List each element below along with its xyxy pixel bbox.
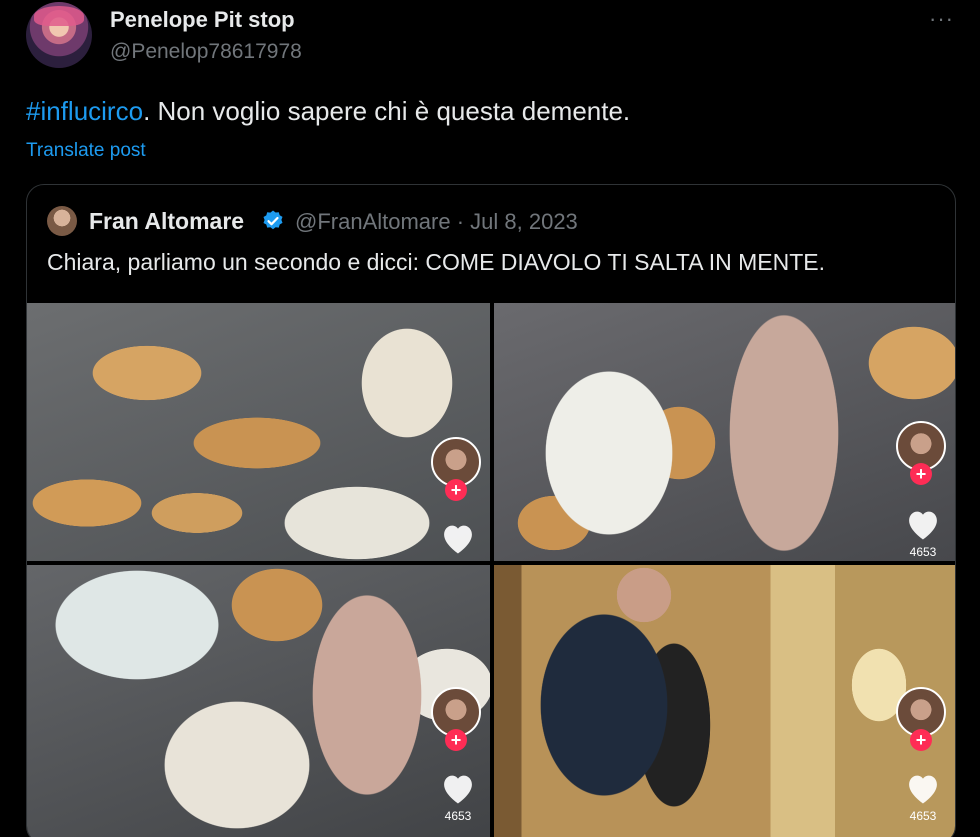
tiktok-follow-plus-icon: + xyxy=(910,463,932,485)
author-name[interactable]: Penelope Pit stop xyxy=(110,7,295,33)
quote-handle-and-date: @FranAltomare · Jul 8, 2023 xyxy=(295,209,578,234)
tiktok-follow-plus-icon: + xyxy=(445,729,467,751)
more-options-icon[interactable]: ··· xyxy=(929,6,954,32)
author-avatar[interactable] xyxy=(26,2,92,68)
tweet-text-body: . Non voglio sapere chi è questa demente… xyxy=(143,96,631,126)
quote-text: Chiara, parliamo un secondo e dicci: COM… xyxy=(47,249,826,275)
hashtag-link[interactable]: #influcirco xyxy=(26,96,143,126)
author-handle[interactable]: @Penelop78617978 xyxy=(110,40,302,64)
heart-icon xyxy=(909,775,937,804)
verified-badge-icon xyxy=(263,210,283,230)
media-photo-1[interactable]: + xyxy=(27,303,490,561)
tiktok-follow-plus-icon: + xyxy=(910,729,932,751)
like-count: 4653 xyxy=(909,809,937,823)
like-count: 4653 xyxy=(909,545,937,559)
translate-post-link[interactable]: Translate post xyxy=(26,140,146,162)
quoted-tweet-card[interactable]: Fran Altomare @FranAltomare · Jul 8, 202… xyxy=(26,184,956,837)
tweet-text: #influcirco. Non voglio sapere chi è que… xyxy=(26,96,630,127)
media-photo-4[interactable]: + 4653 xyxy=(494,565,955,837)
heart-icon xyxy=(909,511,937,540)
quote-author-name: Fran Altomare xyxy=(89,208,245,234)
media-photo-3[interactable]: + 4653 xyxy=(27,565,490,837)
media-grid: + + 4653 + 4653 + 4653 xyxy=(27,303,955,837)
quote-author-avatar xyxy=(47,206,77,236)
heart-icon xyxy=(444,525,472,554)
heart-icon xyxy=(444,775,472,804)
media-photo-2[interactable]: + 4653 xyxy=(494,303,955,561)
tiktok-follow-plus-icon: + xyxy=(445,479,467,501)
like-count: 4653 xyxy=(444,809,472,823)
